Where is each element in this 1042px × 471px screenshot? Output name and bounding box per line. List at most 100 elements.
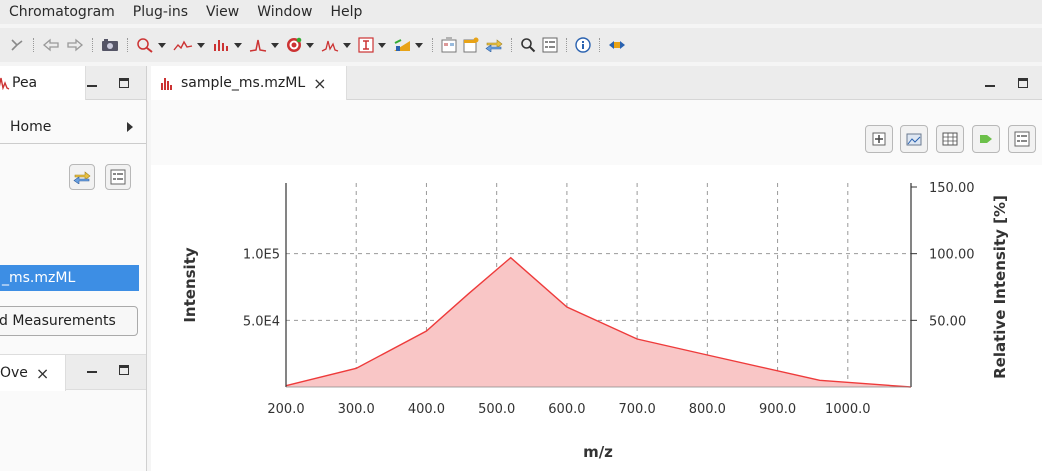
breadcrumb[interactable]: Home: [0, 110, 146, 144]
tab-label: sample_ms.mzML: [181, 75, 306, 91]
editor-tabbar: sample_ms.mzML ×: [151, 66, 1042, 100]
tab-label: Ove: [0, 365, 28, 381]
dropdown-arrow-icon[interactable]: [415, 42, 423, 48]
quantitation-icon[interactable]: [393, 34, 411, 56]
add-icon: [872, 132, 886, 146]
measurements-button[interactable]: d Measurements: [0, 306, 138, 336]
table-icon: [942, 132, 958, 146]
breadcrumb-home[interactable]: Home: [10, 119, 51, 135]
dropdown-arrow-icon[interactable]: [378, 42, 386, 48]
target-icon[interactable]: [286, 34, 302, 56]
minimize-icon[interactable]: [985, 85, 995, 87]
toolbar-separator: [599, 38, 600, 52]
integrate-icon[interactable]: [358, 34, 374, 56]
tab-peaks[interactable]: Pea: [0, 66, 86, 100]
toolbar-separator: [511, 38, 512, 52]
y2-tick-label: 50.00: [929, 314, 966, 329]
report-icon[interactable]: [441, 34, 457, 56]
file-name: _ms.mzML: [2, 270, 76, 286]
search-icon[interactable]: [520, 34, 536, 56]
forward-arrow-icon[interactable]: [66, 34, 84, 56]
main-toolbar: [0, 28, 1042, 62]
peak-panel-tabbar: Pea: [0, 66, 146, 100]
y-axis-title: Intensity: [181, 247, 199, 323]
x-tick-label: 300.0: [338, 402, 375, 417]
plugin-icon[interactable]: [608, 34, 626, 56]
chevron-right-icon[interactable]: [127, 122, 133, 132]
toolbar-separator: [566, 38, 567, 52]
y-tick-label: 5.0E4: [243, 314, 280, 329]
minimize-icon[interactable]: [87, 371, 97, 373]
close-icon[interactable]: ×: [36, 364, 49, 383]
chromatogram-file-icon: [161, 78, 172, 90]
left-panel: Pea Home _ms.mzML d Measurements Ove ×: [0, 66, 147, 471]
peak-detect-icon[interactable]: [321, 34, 339, 56]
x-axis-title: m/z: [583, 443, 613, 461]
x-tick-label: 600.0: [548, 402, 585, 417]
mass-spectrum-chart[interactable]: 200.0 300.0 400.0 500.0 600.0 700.0 800.0 900.0…: [151, 165, 1042, 471]
zoom-chromatogram-icon[interactable]: [136, 34, 154, 56]
menu-plugins[interactable]: Plug-ins: [124, 4, 197, 20]
peak-icon: [0, 77, 10, 90]
baseline-icon[interactable]: [173, 34, 193, 56]
dropdown-arrow-icon[interactable]: [271, 42, 279, 48]
sync-button[interactable]: [69, 164, 95, 190]
info-icon[interactable]: [575, 34, 591, 56]
y-tick-label: 1.0E5: [243, 248, 280, 263]
settings-list-icon: [110, 169, 126, 185]
menu-window[interactable]: Window: [248, 4, 321, 20]
tab-overview[interactable]: Ove ×: [0, 355, 66, 391]
image-export-icon: [906, 133, 922, 146]
bar-chart-icon[interactable]: [212, 34, 230, 56]
dropdown-arrow-icon[interactable]: [158, 42, 166, 48]
settings-list-icon[interactable]: [542, 34, 558, 56]
x-tick-label: 500.0: [478, 402, 515, 417]
chart-background: [151, 165, 1042, 471]
dropdown-arrow-icon[interactable]: [234, 42, 242, 48]
new-window-icon[interactable]: [463, 34, 479, 56]
close-icon[interactable]: ×: [313, 74, 326, 93]
table-button[interactable]: [936, 125, 964, 153]
toolbar-separator: [33, 38, 34, 52]
dropdown-arrow-icon[interactable]: [343, 42, 351, 48]
sync-arrows-icon[interactable]: [485, 34, 503, 56]
x-tick-label: 400.0: [408, 402, 445, 417]
maximize-icon[interactable]: [119, 365, 129, 375]
toolbar-separator: [92, 38, 93, 52]
overview-panel-tabbar: Ove ×: [0, 354, 146, 391]
tag-icon: [980, 135, 992, 143]
measurements-button-label: d Measurements: [0, 313, 116, 329]
y2-tick-label: 150.00: [929, 181, 975, 196]
x-tick-label: 700.0: [619, 402, 656, 417]
toolbar-separator: [127, 38, 128, 52]
sync-arrows-icon: [73, 171, 91, 184]
file-list-item-selected[interactable]: _ms.mzML: [0, 265, 139, 291]
settings-button[interactable]: [105, 164, 131, 190]
menu-chromatogram[interactable]: Chromatogram: [0, 4, 124, 20]
settings-list-icon: [1014, 131, 1030, 147]
dropdown-arrow-icon[interactable]: [306, 42, 314, 48]
maximize-icon[interactable]: [119, 78, 129, 88]
menu-help[interactable]: Help: [321, 4, 371, 20]
chart-settings-button[interactable]: [1008, 125, 1036, 153]
y2-axis-title: Relative Intensity [%]: [991, 195, 1009, 379]
maximize-icon[interactable]: [1018, 78, 1028, 88]
x-tick-label: 1000.0: [825, 402, 871, 417]
toolbar-separator: [432, 38, 433, 52]
dropdown-arrow-icon[interactable]: [197, 42, 205, 48]
tag-button[interactable]: [972, 125, 1000, 153]
menu-view[interactable]: View: [197, 4, 248, 20]
menu-bar: Chromatogram Plug-ins View Window Help: [0, 0, 1042, 24]
y2-tick-label: 100.00: [929, 248, 975, 263]
tab-label: Pea: [12, 75, 38, 91]
image-export-button[interactable]: [900, 125, 928, 153]
tab-sample-file[interactable]: sample_ms.mzML ×: [151, 66, 347, 100]
camera-icon[interactable]: [101, 34, 119, 56]
x-tick-label: 200.0: [267, 402, 304, 417]
process-icon[interactable]: [9, 34, 25, 56]
peak-icon[interactable]: [249, 34, 267, 56]
minimize-icon[interactable]: [87, 85, 97, 87]
x-tick-label: 800.0: [689, 402, 726, 417]
back-arrow-icon[interactable]: [42, 34, 60, 56]
add-button[interactable]: [865, 125, 893, 153]
